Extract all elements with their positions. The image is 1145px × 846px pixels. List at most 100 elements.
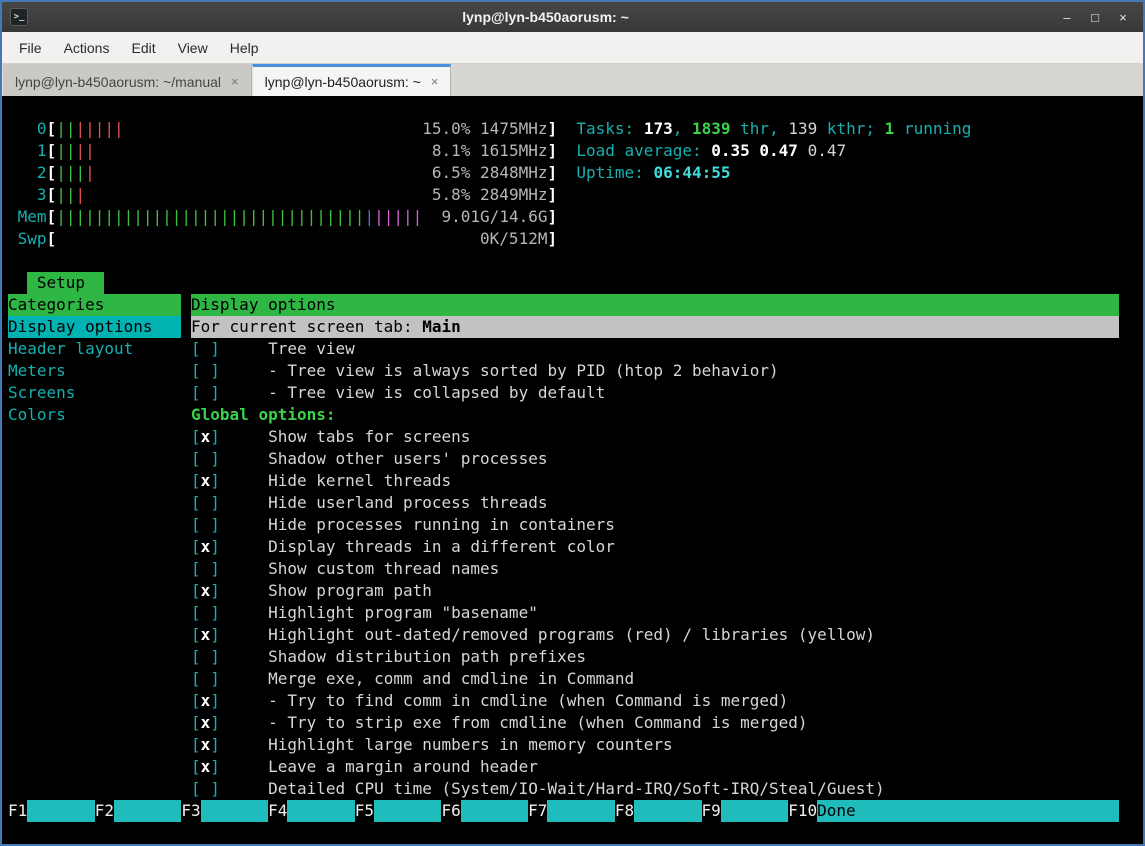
- option-tree-view-is-always-sorted-by-pid-htop-2-behavior[interactable]: [ ] - Tree view is always sorted by PID …: [191, 360, 1119, 382]
- text-segment: [557, 140, 576, 162]
- option-tree-view[interactable]: [ ] Tree view: [191, 338, 1119, 360]
- setup-tab[interactable]: Setup: [27, 272, 104, 294]
- text-segment: [422, 206, 441, 228]
- option-leave-a-margin-around-header[interactable]: [x] Leave a margin around header: [191, 756, 1119, 778]
- option-try-to-strip-exe-from-cmdline-when-command-is-merged[interactable]: [x] - Try to strip exe from cmdline (whe…: [191, 712, 1119, 734]
- text-segment: x: [201, 580, 211, 602]
- text-segment: 0: [18, 118, 47, 140]
- text-segment: 1: [885, 118, 895, 140]
- text-segment: Tasks:: [576, 118, 643, 140]
- text-segment: Hide kernel threads: [268, 470, 451, 492]
- close-button[interactable]: ×: [1111, 10, 1135, 25]
- fkey-label-text: [547, 800, 614, 822]
- options-header: Display options: [191, 294, 1119, 316]
- text-segment: [220, 646, 268, 668]
- text-segment: |: [364, 206, 374, 228]
- menubar: FileActionsEditViewHelp: [2, 32, 1143, 64]
- option-hide-kernel-threads[interactable]: [x] Hide kernel threads: [191, 470, 1119, 492]
- option-shadow-distribution-path-prefixes[interactable]: [ ] Shadow distribution path prefixes: [191, 646, 1119, 668]
- fkey-key-text: F1: [8, 800, 27, 822]
- tab-lynp-lyn-b450aorusm[interactable]: lynp@lyn-b450aorusm: ~×: [252, 64, 452, 96]
- fkey-f9[interactable]: F9: [702, 800, 789, 822]
- text-segment: Categories: [8, 294, 181, 316]
- text-segment: x: [201, 734, 211, 756]
- fkey-key-text: F6: [441, 800, 460, 822]
- fkey-f2[interactable]: F2: [95, 800, 182, 822]
- option-shadow-other-users-processes[interactable]: [ ] Shadow other users' processes: [191, 448, 1119, 470]
- option-tree-view-is-collapsed-by-default[interactable]: [ ] - Tree view is collapsed by default: [191, 382, 1119, 404]
- terminal-screen[interactable]: 0[||||||| 15.0% 1475MHz] Tasks: 173, 183…: [2, 96, 1143, 844]
- fkey-label-text: [287, 800, 354, 822]
- text-segment: |||||: [374, 206, 422, 228]
- text-segment: Leave a margin around header: [268, 756, 538, 778]
- menu-item-actions[interactable]: Actions: [53, 34, 121, 62]
- text-segment: [220, 756, 268, 778]
- option-detailed-cpu-time-system-io-wait-hard-irq-soft-irq-steal-guest[interactable]: [ ] Detailed CPU time (System/IO-Wait/Ha…: [191, 778, 1119, 800]
- category-display-options[interactable]: Display options: [8, 316, 191, 338]
- text-segment: ||: [56, 118, 75, 140]
- text-segment: [95, 140, 432, 162]
- text-segment: 1839: [692, 118, 731, 140]
- window-controls: – □ ×: [1055, 10, 1135, 25]
- minimize-button[interactable]: –: [1055, 10, 1079, 25]
- option-show-custom-thread-names[interactable]: [ ] Show custom thread names: [191, 558, 1119, 580]
- menu-item-edit[interactable]: Edit: [120, 34, 166, 62]
- menu-item-view[interactable]: View: [167, 34, 219, 62]
- category-meters[interactable]: Meters: [8, 360, 191, 382]
- text-segment: [220, 492, 268, 514]
- option-hide-processes-running-in-containers[interactable]: [ ] Hide processes running in containers: [191, 514, 1119, 536]
- tab-lynp-lyn-b450aorusm-manual[interactable]: lynp@lyn-b450aorusm: ~/manual ×: [2, 64, 252, 96]
- tab-close-icon[interactable]: ×: [431, 74, 439, 89]
- fkey-f10[interactable]: F10Done: [788, 800, 1119, 822]
- text-segment: Display threads in a different color: [268, 536, 615, 558]
- text-segment: [: [191, 360, 201, 382]
- titlebar[interactable]: >_ lynp@lyn-b450aorusm: ~ – □ ×: [2, 2, 1143, 32]
- fkey-label-text: [27, 800, 94, 822]
- text-segment: [: [191, 426, 201, 448]
- fkey-f7[interactable]: F7: [528, 800, 615, 822]
- option-highlight-program-basename[interactable]: [ ] Highlight program "basename": [191, 602, 1119, 624]
- text-segment: ]: [547, 184, 557, 206]
- text-segment: [: [47, 140, 57, 162]
- tab-close-icon[interactable]: ×: [231, 74, 239, 89]
- fkey-f6[interactable]: F6: [441, 800, 528, 822]
- text-segment: [220, 580, 268, 602]
- category-colors[interactable]: Colors: [8, 404, 191, 426]
- text-segment: [220, 558, 268, 580]
- option-show-tabs-for-screens[interactable]: [x] Show tabs for screens: [191, 426, 1119, 448]
- text-segment: 139: [788, 118, 817, 140]
- fkey-f4[interactable]: F4: [268, 800, 355, 822]
- option-try-to-find-comm-in-cmdline-when-command-is-merged[interactable]: [x] - Try to find comm in cmdline (when …: [191, 690, 1119, 712]
- text-segment: Highlight out-dated/removed programs (re…: [268, 624, 875, 646]
- text-segment: [: [191, 734, 201, 756]
- text-segment: x: [201, 624, 211, 646]
- option-show-program-path[interactable]: [x] Show program path: [191, 580, 1119, 602]
- fkey-f3[interactable]: F3: [181, 800, 268, 822]
- cpu3-row: 3[||| 5.8% 2849MHz]: [8, 184, 1119, 206]
- text-segment: |: [75, 184, 85, 206]
- text-segment: [8, 206, 18, 228]
- fkey-f1[interactable]: F1: [8, 800, 95, 822]
- text-segment: ]: [210, 470, 220, 492]
- text-segment: [8, 228, 18, 250]
- option-merge-exe-comm-and-cmdline-in-command[interactable]: [ ] Merge exe, comm and cmdline in Comma…: [191, 668, 1119, 690]
- text-segment: [: [47, 206, 57, 228]
- text-segment: Uptime:: [576, 162, 653, 184]
- display-options-panel: Display optionsFor current screen tab: M…: [191, 294, 1119, 800]
- option-display-threads-in-a-different-color[interactable]: [x] Display threads in a different color: [191, 536, 1119, 558]
- option-hide-userland-process-threads[interactable]: [ ] Hide userland process threads: [191, 492, 1119, 514]
- category-screens[interactable]: Screens: [8, 382, 191, 404]
- text-segment: [: [47, 184, 57, 206]
- tab-label: lynp@lyn-b450aorusm: ~/manual: [15, 74, 221, 90]
- fkey-f5[interactable]: F5: [355, 800, 442, 822]
- menu-item-file[interactable]: File: [8, 34, 53, 62]
- option-highlight-large-numbers-in-memory-counters[interactable]: [x] Highlight large numbers in memory co…: [191, 734, 1119, 756]
- menu-item-help[interactable]: Help: [219, 34, 270, 62]
- option-highlight-out-dated-removed-programs-red-libraries-yellow[interactable]: [x] Highlight out-dated/removed programs…: [191, 624, 1119, 646]
- category-header-layout[interactable]: Header layout: [8, 338, 191, 360]
- text-segment: ]: [210, 624, 220, 646]
- text-segment: kthr;: [817, 118, 884, 140]
- fkey-f8[interactable]: F8: [615, 800, 702, 822]
- mem-row: Mem[||||||||||||||||||||||||||||||||||||…: [8, 206, 1119, 228]
- maximize-button[interactable]: □: [1083, 10, 1107, 25]
